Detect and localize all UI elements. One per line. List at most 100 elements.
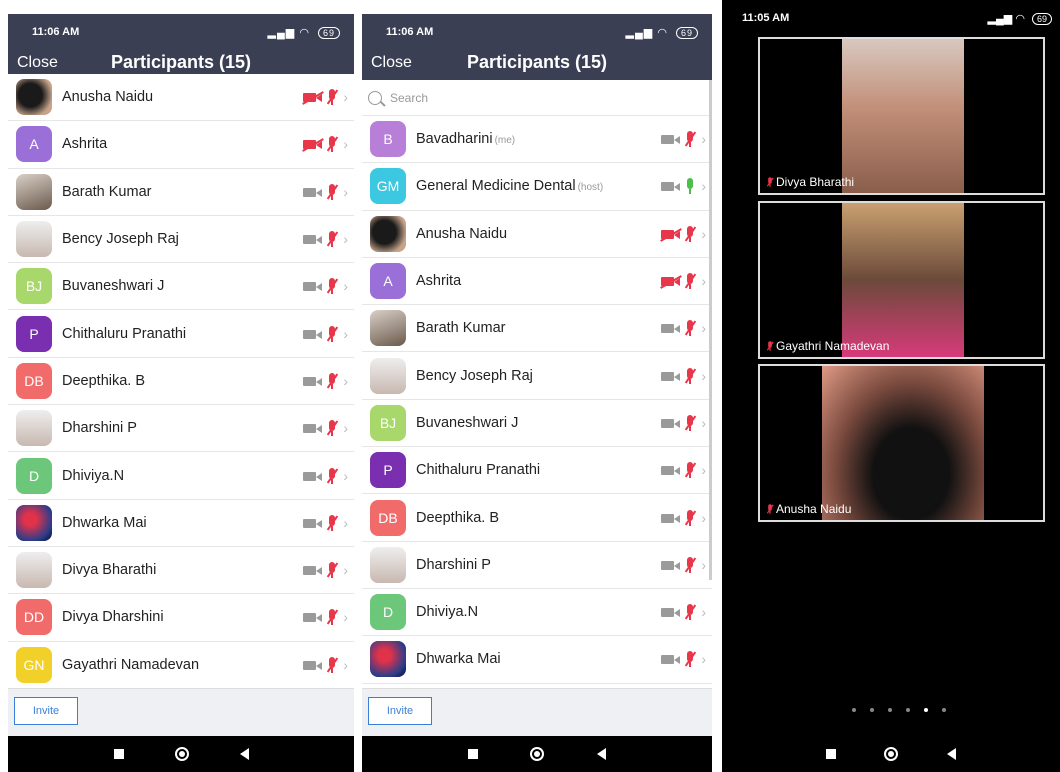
- home-icon[interactable]: [530, 747, 545, 761]
- chevron-right-icon[interactable]: ›: [343, 184, 348, 200]
- chevron-right-icon[interactable]: ›: [701, 273, 706, 289]
- participant-row[interactable]: GN Gayathri Namadevan ›: [8, 642, 354, 689]
- chevron-right-icon[interactable]: ›: [343, 657, 348, 673]
- chevron-right-icon[interactable]: ›: [701, 557, 706, 573]
- video-tile[interactable]: Divya Bharathi: [758, 37, 1045, 195]
- participant-row[interactable]: D Dhiviya.N ›: [362, 589, 712, 637]
- participant-row[interactable]: GM General Medicine Dental (host) ›: [362, 163, 712, 211]
- participant-name: Buvaneshwari J: [416, 415, 518, 431]
- participant-row[interactable]: Divya Bharathi ›: [8, 547, 354, 595]
- chevron-right-icon[interactable]: ›: [343, 89, 348, 105]
- recents-icon[interactable]: [826, 749, 837, 759]
- chevron-right-icon[interactable]: ›: [701, 462, 706, 478]
- chevron-right-icon[interactable]: ›: [343, 136, 348, 152]
- back-icon[interactable]: [596, 748, 606, 760]
- chevron-right-icon[interactable]: ›: [701, 604, 706, 620]
- invite-button[interactable]: Invite: [368, 697, 432, 725]
- participant-row[interactable]: Bency Joseph Raj ›: [8, 216, 354, 264]
- video-icon: [303, 281, 323, 292]
- page-dot[interactable]: [906, 708, 910, 712]
- chevron-right-icon[interactable]: ›: [343, 609, 348, 625]
- mic-muted-icon: [326, 372, 338, 390]
- participant-name-text: Bency Joseph Raj: [416, 367, 533, 384]
- chevron-right-icon[interactable]: ›: [343, 468, 348, 484]
- chevron-right-icon[interactable]: ›: [343, 562, 348, 578]
- scrollbar[interactable]: [709, 80, 712, 580]
- chevron-right-icon[interactable]: ›: [701, 131, 706, 147]
- page-dot[interactable]: [924, 708, 928, 712]
- mic-muted-icon: [326, 135, 338, 153]
- mic-muted-icon: [684, 556, 696, 574]
- status-icons: ▂▄▆ ◠ 69: [626, 26, 698, 39]
- back-icon[interactable]: [946, 748, 956, 760]
- participant-name-text: Barath Kumar: [416, 320, 506, 337]
- avatar: GM: [370, 168, 406, 205]
- chevron-right-icon[interactable]: ›: [343, 373, 348, 389]
- avatar: B: [370, 121, 406, 158]
- page-dot[interactable]: [870, 708, 874, 712]
- participant-row[interactable]: Barath Kumar ›: [362, 305, 712, 353]
- invite-button[interactable]: Invite: [14, 697, 78, 725]
- search-placeholder: Search: [390, 90, 429, 105]
- chevron-right-icon[interactable]: ›: [701, 415, 706, 431]
- chevron-right-icon[interactable]: ›: [701, 320, 706, 336]
- status-icons: ›: [661, 163, 706, 209]
- participant-row[interactable]: Dhwarka Mai ›: [362, 636, 712, 684]
- page-dot[interactable]: [942, 708, 946, 712]
- mic-on-icon: [684, 177, 696, 195]
- mic-muted-icon: [326, 561, 338, 579]
- avatar: GN: [16, 646, 52, 683]
- participant-row[interactable]: BJ Buvaneshwari J ›: [8, 263, 354, 311]
- home-icon[interactable]: [884, 747, 899, 761]
- page-indicator[interactable]: [852, 708, 946, 712]
- participant-row[interactable]: BJ Buvaneshwari J ›: [362, 400, 712, 448]
- page-dot[interactable]: [888, 708, 892, 712]
- participant-row[interactable]: Anusha Naidu ›: [8, 74, 354, 122]
- participant-row[interactable]: D Dhiviya.N ›: [8, 452, 354, 500]
- status-icons: ▂▄▆ ◠ 69: [268, 26, 340, 39]
- video-off-icon: [303, 92, 323, 103]
- chevron-right-icon[interactable]: ›: [701, 510, 706, 526]
- participant-row[interactable]: Dharshini P ›: [362, 542, 712, 589]
- video-icon: [303, 612, 323, 623]
- participant-row[interactable]: Barath Kumar ›: [8, 169, 354, 216]
- chevron-right-icon[interactable]: ›: [701, 226, 706, 242]
- participant-name-text: Divya Dharshini: [62, 609, 164, 626]
- chevron-right-icon[interactable]: ›: [701, 651, 706, 667]
- participant-row[interactable]: DB Deepthika. B ›: [8, 358, 354, 406]
- chevron-right-icon[interactable]: ›: [343, 420, 348, 436]
- participant-row[interactable]: DB Deepthika. B ›: [362, 494, 712, 542]
- home-icon[interactable]: [174, 747, 189, 761]
- video-tile[interactable]: Anusha Naidu: [758, 364, 1045, 522]
- participant-row[interactable]: B Bavadharini (me) ›: [362, 116, 712, 164]
- participant-row[interactable]: A Ashrita ›: [8, 121, 354, 169]
- participant-row[interactable]: Bency Joseph Raj ›: [362, 352, 712, 400]
- participant-row[interactable]: A Ashrita ›: [362, 258, 712, 306]
- status-icons: ›: [661, 636, 706, 682]
- recents-icon[interactable]: [468, 749, 479, 759]
- mic-muted-icon: [684, 225, 696, 243]
- search-input[interactable]: Search: [362, 80, 712, 116]
- page-dot[interactable]: [852, 708, 856, 712]
- back-icon[interactable]: [239, 748, 249, 760]
- mic-muted-icon: [326, 325, 338, 343]
- status-icons: ›: [303, 263, 348, 309]
- video-tile[interactable]: Gayathri Namadevan: [758, 201, 1045, 359]
- participant-name-text: Barath Kumar: [62, 183, 152, 200]
- chevron-right-icon[interactable]: ›: [343, 515, 348, 531]
- participant-row[interactable]: Dharshini P ›: [8, 405, 354, 453]
- participant-row[interactable]: P Chithaluru Pranathi ›: [8, 310, 354, 358]
- participant-row[interactable]: Dhwarka Mai ›: [8, 500, 354, 547]
- chevron-right-icon[interactable]: ›: [701, 368, 706, 384]
- chevron-right-icon[interactable]: ›: [343, 278, 348, 294]
- participant-row[interactable]: P Chithaluru Pranathi ›: [362, 447, 712, 495]
- participant-name: Gayathri Namadevan: [62, 657, 199, 673]
- recents-icon[interactable]: [113, 749, 124, 759]
- chevron-right-icon[interactable]: ›: [343, 326, 348, 342]
- video-icon: [303, 329, 323, 339]
- chevron-right-icon[interactable]: ›: [343, 231, 348, 247]
- status-icons: ▂▄▆ ◠ 69: [988, 12, 1052, 25]
- participant-row[interactable]: Anusha Naidu ›: [362, 211, 712, 258]
- chevron-right-icon[interactable]: ›: [701, 178, 706, 194]
- participant-row[interactable]: DD Divya Dharshini ›: [8, 594, 354, 642]
